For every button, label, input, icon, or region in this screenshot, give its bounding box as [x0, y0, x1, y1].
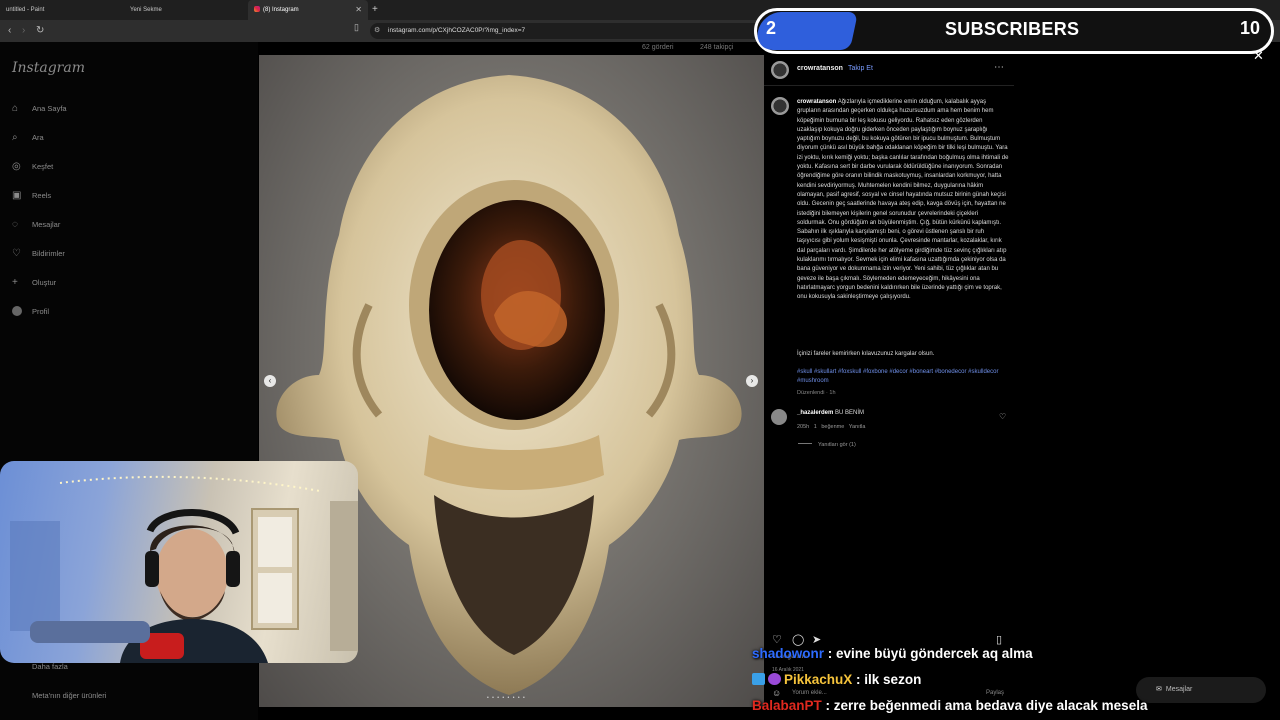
chat-username: PikkachuX — [784, 672, 853, 687]
like-comment-icon[interactable]: ♡ — [999, 412, 1006, 421]
save-icon[interactable]: ▯ — [996, 633, 1002, 646]
subscribers-label: SUBSCRIBERS — [945, 19, 1080, 39]
messages-button[interactable]: ✉ Mesajlar — [1136, 677, 1266, 703]
carousel-dots: • • • • • • • • — [487, 695, 526, 701]
replies-line — [798, 443, 812, 444]
sidebar-item-notifications[interactable]: ♡ Bildirimler — [12, 248, 65, 260]
sidebar-item-create[interactable]: + Oluştur — [12, 277, 56, 289]
view-replies-label: Yanıtları gör (1) — [818, 442, 856, 448]
back-icon[interactable]: ‹ — [8, 20, 11, 42]
sidebar-item-profile[interactable]: Profil — [12, 306, 49, 318]
reels-icon: ▣ — [12, 190, 22, 201]
view-replies-button[interactable]: Yanıtları gör (1) — [798, 442, 856, 448]
prev-image-button[interactable]: ‹ — [264, 375, 276, 387]
meta-products-link[interactable]: Meta'nın diğer ürünleri — [32, 691, 106, 700]
sidebar-item-label: Keşfet — [32, 162, 54, 171]
caption-text: Ağızlarıyla içmediklerine emin olduğum, … — [797, 99, 1009, 301]
bookmark-icon[interactable]: ▯ — [354, 22, 359, 33]
compass-icon: ◎ — [12, 161, 21, 172]
plus-icon: + — [12, 277, 18, 288]
reload-icon[interactable]: ↻ — [36, 20, 44, 42]
reply-button[interactable]: Yanıtla — [849, 424, 866, 430]
chat-text: : ilk sezon — [852, 672, 922, 687]
tab-paint[interactable]: untitled - Paint — [0, 0, 124, 20]
post-caption: crowratanson Ağızlarıyla içmediklerine e… — [797, 98, 1009, 303]
sidebar-item-search[interactable]: ⌕ Ara — [12, 132, 44, 144]
share-icon[interactable]: ➤ — [812, 633, 821, 646]
chat-message: BalabanPT : zerre beğenmedi ama bedava d… — [752, 698, 1147, 713]
site-info-icon[interactable]: ⚙ — [374, 23, 380, 39]
sidebar-item-label: Profil — [32, 307, 50, 316]
tab-label: Yeni Sekme — [130, 7, 162, 13]
like-icon[interactable]: ♡ — [772, 633, 782, 646]
forward-icon[interactable]: › — [22, 20, 25, 42]
chat-text: : evine büyü göndercek aq alma — [824, 646, 1033, 661]
subscriber-goal: 10 — [1240, 18, 1261, 38]
sidebar-item-label: Oluştur — [32, 278, 57, 287]
home-icon: ⌂ — [12, 103, 19, 114]
chat-username: BalabanPT — [752, 698, 822, 713]
tab-label: untitled - Paint — [6, 7, 45, 13]
comment-icon[interactable]: ◯ — [792, 633, 804, 646]
instagram-icon — [254, 6, 260, 12]
subscriber-count: 2 — [766, 18, 777, 38]
comment-username[interactable]: _hazalerdem — [797, 410, 833, 416]
sidebar-item-label: Mesajlar — [32, 220, 61, 229]
comment-input[interactable]: Yorum ekle... — [792, 690, 827, 696]
chat-message: PikkachuX : ilk sezon — [752, 672, 921, 687]
avatar-icon — [12, 306, 22, 316]
hashtags[interactable]: #skull #skullart #foxskull #foxbone #dec… — [797, 368, 1009, 387]
author-avatar[interactable] — [771, 61, 789, 79]
more-menu[interactable]: Daha fazla — [32, 662, 68, 671]
messenger-icon: ✉ — [1156, 686, 1162, 693]
tab-label: (8) Instagram — [263, 7, 299, 13]
posts-count: 62 görderi — [642, 44, 674, 51]
comment-time: 205h — [797, 424, 810, 430]
search-icon: ⌕ — [12, 132, 18, 143]
webcam-overlay — [0, 461, 358, 663]
instagram-logo[interactable]: Instagram — [12, 60, 85, 76]
post-comment-button[interactable]: Paylaş — [986, 690, 1004, 696]
sub-badge-icon — [768, 673, 781, 685]
comment-likes[interactable]: 1 beğenme — [814, 424, 845, 430]
next-image-button[interactable]: › — [746, 375, 758, 387]
author-username[interactable]: crowratanson — [797, 65, 843, 72]
streamer-webcam-image — [10, 475, 358, 663]
sidebar-item-home[interactable]: ⌂ Ana Sayfa — [12, 103, 67, 115]
sidebar-item-label: Bildirimler — [32, 249, 65, 258]
close-tab-icon[interactable]: ✕ — [355, 0, 362, 20]
chat-username: shadowonr — [752, 646, 825, 661]
comment: _hazalerdem BU BENİM — [797, 410, 864, 416]
sidebar-item-label: Reels — [32, 191, 52, 200]
emoji-icon[interactable]: ☺ — [772, 688, 781, 698]
edited-timestamp: Düzenlendi · 1h — [797, 390, 836, 396]
new-tab-button[interactable]: + — [372, 0, 378, 20]
heart-icon: ♡ — [12, 248, 21, 259]
followers-count: 248 takipçi — [700, 44, 734, 51]
sidebar-item-explore[interactable]: ◎ Keşfet — [12, 161, 53, 173]
caption-avatar[interactable] — [771, 97, 789, 115]
sidebar-item-messages[interactable]: ◌ Mesajlar — [12, 219, 60, 231]
more-options-icon[interactable]: ⋯ — [994, 62, 1004, 73]
divider — [764, 85, 1014, 86]
prime-badge-icon — [752, 673, 765, 685]
tab-new[interactable]: Yeni Sekme — [124, 0, 248, 20]
sidebar-item-label: Ara — [32, 133, 44, 142]
caption-username[interactable]: crowratanson — [797, 99, 836, 105]
comment-meta: 205h 1 beğenme Yanıtla — [797, 424, 865, 430]
caption-closing-line: İçinizi fareler kemirirken kılavuzunuz k… — [797, 351, 935, 357]
chat-message: shadowonr : evine büyü göndercek aq alma — [752, 646, 1033, 661]
sidebar-item-reels[interactable]: ▣ Reels — [12, 190, 51, 202]
follow-button[interactable]: Takip Et — [848, 65, 873, 72]
chat-text: : zerre beğenmedi ama bedava diye alacak… — [821, 698, 1148, 713]
messages-label: Mesajlar — [1165, 686, 1193, 693]
sidebar-item-label: Ana Sayfa — [32, 104, 67, 113]
messenger-icon: ◌ — [12, 219, 18, 230]
commenter-avatar[interactable] — [771, 409, 787, 425]
comment-text: BU BENİM — [835, 410, 865, 416]
tab-instagram[interactable]: (8) Instagram ✕ — [248, 0, 368, 20]
